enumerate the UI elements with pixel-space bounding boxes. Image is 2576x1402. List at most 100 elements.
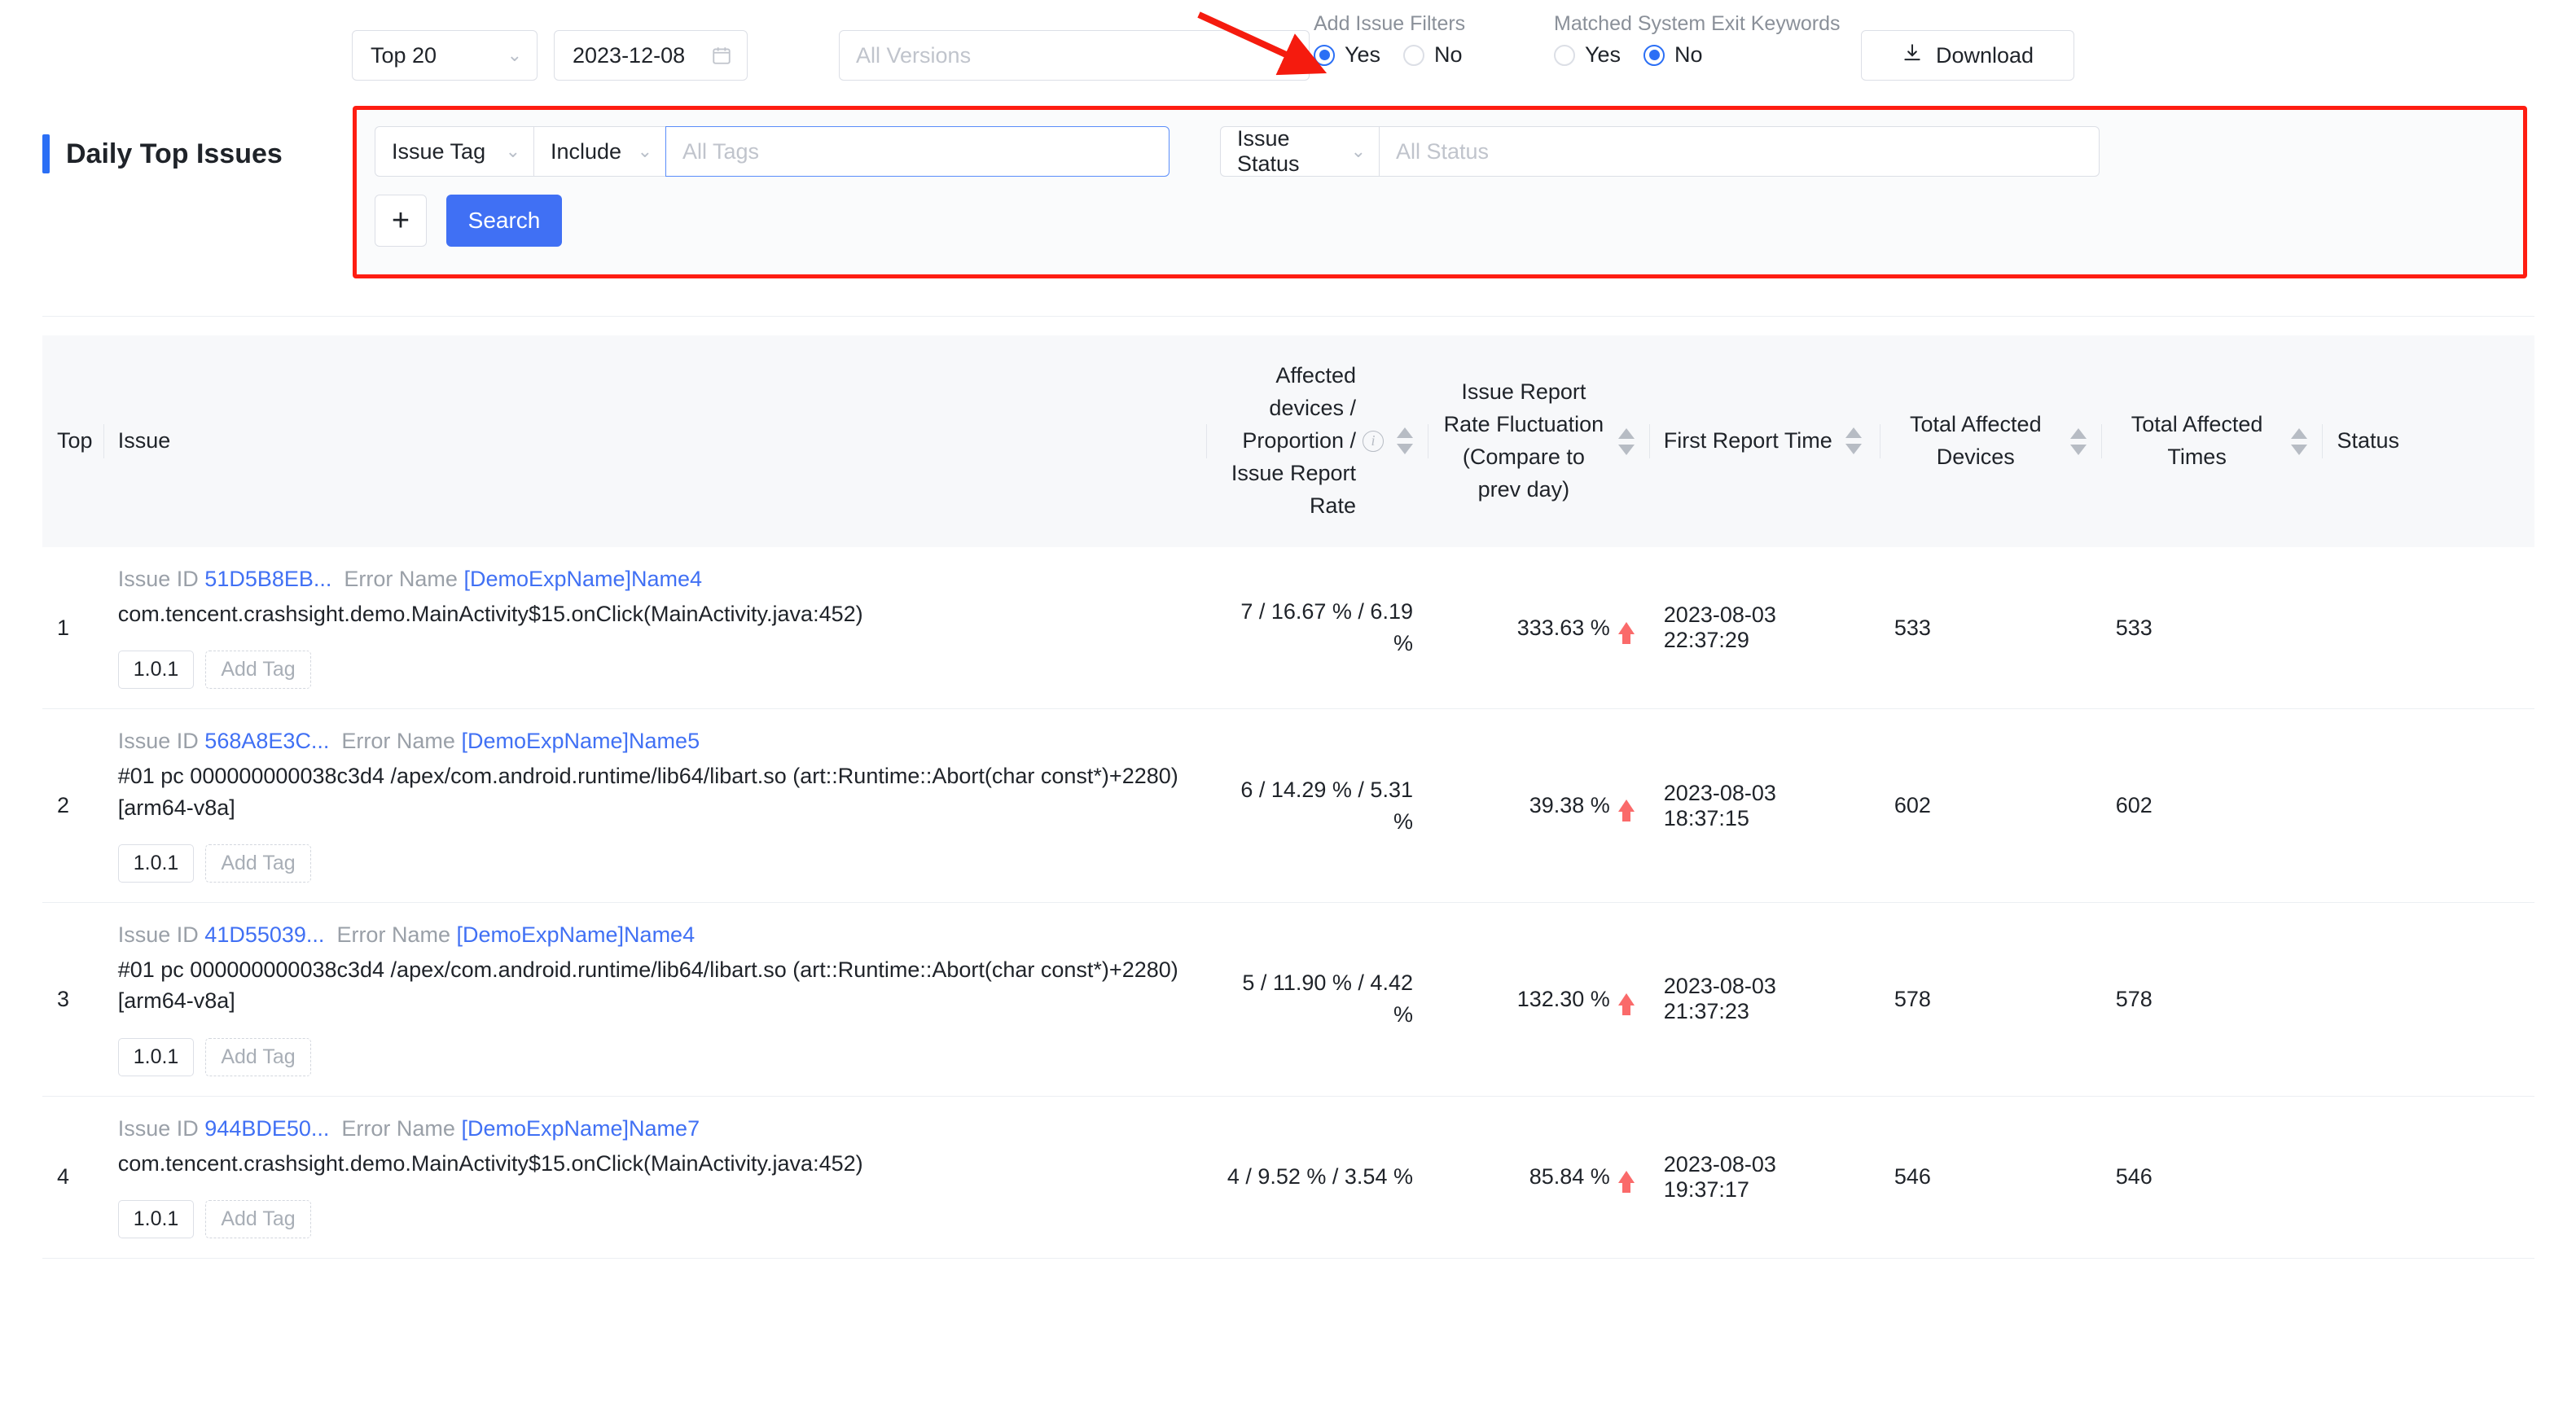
table-row[interactable]: 1 Issue ID 51D5B8EB... Error Name [DemoEx… xyxy=(42,547,2534,710)
trend-up-icon xyxy=(1617,1171,1635,1194)
cell-first-report: 2023-08-03 21:37:23 xyxy=(1648,902,1880,1097)
filter-field-select[interactable]: Issue Tag ⌄ xyxy=(375,126,534,177)
issue-id-link[interactable]: 944BDE50... xyxy=(204,1116,329,1141)
th-issue-label: Issue xyxy=(117,428,171,453)
error-name-label: Error Name xyxy=(344,567,458,591)
matched-keywords-no[interactable]: No xyxy=(1643,42,1703,68)
version-tag: 1.0.1 xyxy=(117,1037,195,1076)
table-header-row: Top Issue Affected devices / Proportion … xyxy=(42,335,2534,547)
filter-tags-placeholder: All Tags xyxy=(682,138,760,164)
table-row[interactable]: 2 Issue ID 568A8E3C... Error Name [DemoEx… xyxy=(42,708,2534,903)
cell-total-devices: 546 xyxy=(1879,1096,2101,1259)
th-total-affected-times[interactable]: Total Affected Times xyxy=(2100,335,2323,547)
sort-toggle-total-times[interactable] xyxy=(2291,427,2308,455)
cell-fluctuation: 39.38 % xyxy=(1427,708,1649,903)
th-total-devices-label: Total Affected Devices xyxy=(1909,412,2042,469)
cell-status xyxy=(2322,902,2534,1097)
th-total-affected-devices[interactable]: Total Affected Devices xyxy=(1879,335,2101,547)
radio-unselected-icon[interactable] xyxy=(1554,44,1575,66)
matched-keywords-yes[interactable]: Yes xyxy=(1554,42,1621,68)
add-tag-button[interactable]: Add Tag xyxy=(205,843,311,883)
error-name-link[interactable]: [DemoExpName]Name7 xyxy=(461,1116,700,1141)
filter-status-select[interactable]: Issue Status ⌄ xyxy=(1220,126,1380,177)
top-control-bar: Top 20 ⌄ 2023-12-08 All Versions Add Iss… xyxy=(0,0,2576,120)
radio-selected-icon[interactable] xyxy=(1643,44,1665,66)
total-devices-value: 546 xyxy=(1894,1164,1931,1190)
cell-total-times: 546 xyxy=(2100,1096,2323,1259)
add-issue-filters-group: Add Issue Filters Yes No xyxy=(1314,12,1465,68)
fluctuation-number: 85.84 % xyxy=(1529,1164,1610,1190)
cell-fluctuation: 85.84 % xyxy=(1427,1096,1649,1259)
th-affected-devices[interactable]: Affected devices / Proportion / Issue Re… xyxy=(1206,335,1428,547)
page-title-text: Daily Top Issues xyxy=(66,138,283,169)
calendar-icon xyxy=(711,45,732,66)
radio-label-yes: Yes xyxy=(1585,42,1622,67)
issue-tags: 1.0.1 Add Tag xyxy=(117,1037,1191,1076)
th-issue: Issue xyxy=(103,335,1207,547)
issue-id-link[interactable]: 41D55039... xyxy=(204,922,324,947)
fluctuation-number: 39.38 % xyxy=(1529,793,1610,818)
cell-status xyxy=(2322,1096,2534,1259)
date-picker[interactable]: 2023-12-08 xyxy=(554,30,748,81)
page-title: Daily Top Issues xyxy=(42,134,283,173)
fluctuation-number: 132.30 % xyxy=(1516,986,1610,1011)
add-tag-button[interactable]: Add Tag xyxy=(205,651,311,690)
cell-total-times: 578 xyxy=(2100,902,2323,1097)
affected-value: 4 / 9.52 % / 3.54 % xyxy=(1227,1164,1413,1190)
row-rank: 4 xyxy=(57,1164,70,1190)
filter-operator-select[interactable]: Include ⌄ xyxy=(534,126,666,177)
add-issue-filters-no[interactable]: No xyxy=(1403,42,1463,68)
add-issue-filters-yes[interactable]: Yes xyxy=(1314,42,1380,68)
error-name-link[interactable]: [DemoExpName]Name4 xyxy=(456,922,695,947)
issue-id-label: Issue ID xyxy=(117,567,199,591)
cell-affected: 4 / 9.52 % / 3.54 % xyxy=(1206,1096,1428,1259)
chevron-down-icon: ⌄ xyxy=(1350,141,1366,161)
cell-fluctuation: 132.30 % xyxy=(1427,902,1649,1097)
issue-id-link[interactable]: 51D5B8EB... xyxy=(204,567,331,591)
th-first-report-time[interactable]: First Report Time xyxy=(1648,335,1880,547)
download-label: Download xyxy=(1935,42,2034,68)
issue-meta: Issue ID 944BDE50... Error Name [DemoExp… xyxy=(118,1116,1191,1141)
cell-issue: Issue ID 568A8E3C... Error Name [DemoExp… xyxy=(103,708,1207,903)
th-status: Status xyxy=(2322,335,2534,547)
affected-value: 7 / 16.67 % / 6.19 % xyxy=(1240,599,1413,656)
radio-unselected-icon[interactable] xyxy=(1403,44,1425,66)
filter-status-value: Issue Status xyxy=(1237,126,1300,176)
section-divider xyxy=(42,316,2534,317)
sort-toggle-fluctuation[interactable] xyxy=(1617,427,1635,455)
error-name-link[interactable]: [DemoExpName]Name5 xyxy=(461,729,700,753)
issue-id-label: Issue ID xyxy=(117,922,199,947)
filter-status-placeholder: All Status xyxy=(1396,138,1490,164)
versions-input[interactable]: All Versions xyxy=(839,30,1310,81)
sort-toggle-affected[interactable] xyxy=(1396,427,1413,455)
add-filter-button[interactable]: + xyxy=(375,195,427,247)
issue-meta: Issue ID 568A8E3C... Error Name [DemoExp… xyxy=(118,729,1191,754)
filter-tags-input[interactable]: All Tags xyxy=(665,126,1170,177)
add-tag-button[interactable]: Add Tag xyxy=(205,1037,311,1076)
download-button[interactable]: Download xyxy=(1861,30,2074,81)
sort-toggle-first-report[interactable] xyxy=(1845,427,1862,455)
add-tag-button[interactable]: Add Tag xyxy=(205,1199,311,1238)
trend-up-icon xyxy=(1617,800,1635,822)
total-times-value: 578 xyxy=(2115,986,2153,1011)
info-icon[interactable]: i xyxy=(1362,430,1384,452)
cell-fluctuation: 333.63 % xyxy=(1427,547,1649,710)
th-fluctuation[interactable]: Issue Report Rate Fluctuation (Compare t… xyxy=(1427,335,1649,547)
issue-id-link[interactable]: 568A8E3C... xyxy=(204,729,329,753)
cell-total-times: 602 xyxy=(2100,708,2323,903)
search-button[interactable]: Search xyxy=(446,195,562,247)
cell-top: 1 xyxy=(42,547,103,710)
table-row[interactable]: 3 Issue ID 41D55039... Error Name [DemoEx… xyxy=(42,902,2534,1097)
top-n-select[interactable]: Top 20 ⌄ xyxy=(352,30,538,81)
filter-field-value: Issue Tag xyxy=(392,138,486,164)
total-times-value: 533 xyxy=(2115,615,2153,640)
radio-selected-icon[interactable] xyxy=(1314,44,1335,66)
fluctuation-value: 132.30 % xyxy=(1516,986,1635,1015)
cell-affected: 5 / 11.90 % / 4.42 % xyxy=(1206,902,1428,1097)
sort-toggle-total-devices[interactable] xyxy=(2069,427,2087,455)
cell-first-report: 2023-08-03 22:37:29 xyxy=(1648,547,1880,710)
filter-status-input[interactable]: All Status xyxy=(1379,126,2100,177)
error-name-link[interactable]: [DemoExpName]Name4 xyxy=(463,567,702,591)
add-issue-filters-label: Add Issue Filters xyxy=(1314,12,1466,35)
table-row[interactable]: 4 Issue ID 944BDE50... Error Name [DemoEx… xyxy=(42,1096,2534,1259)
